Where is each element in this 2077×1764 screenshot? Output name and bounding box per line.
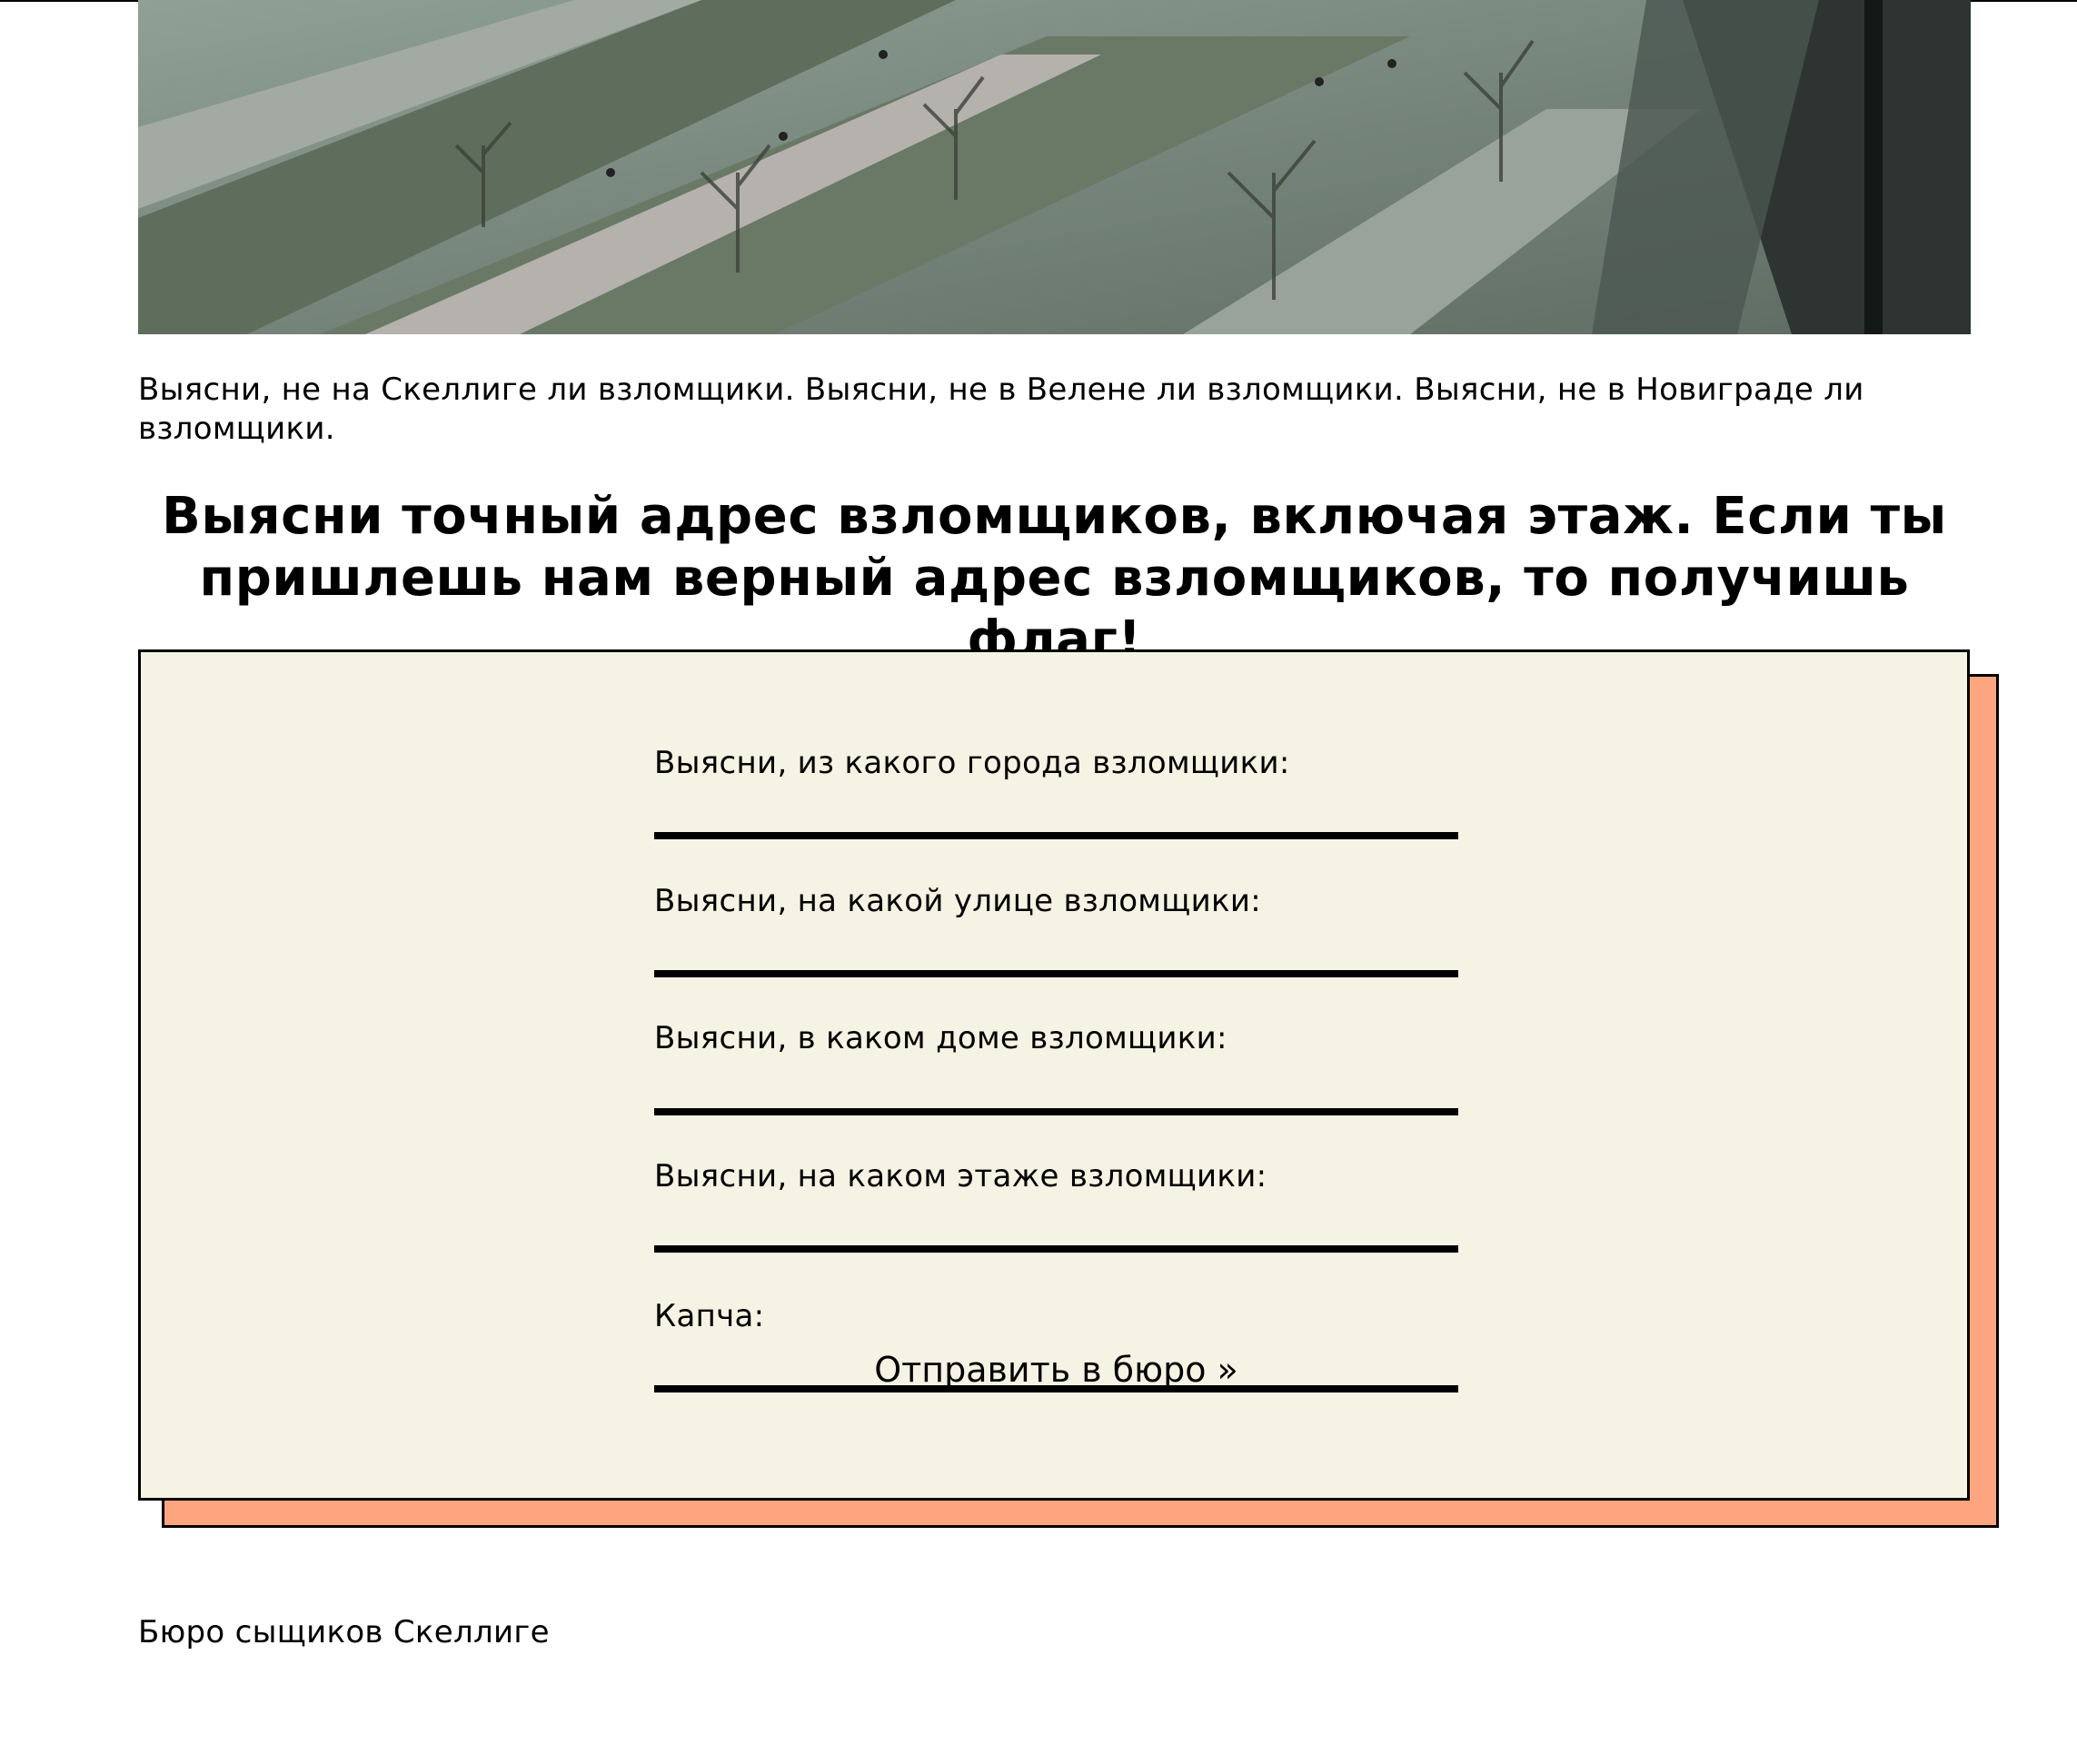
form-card: Выясни, из какого города взломщики: Выяс… [138,649,1970,1501]
submit-button[interactable]: Отправить в бюро » [654,1347,1458,1392]
floor-label: Выясни, на каком этаже взломщики: [654,1158,1267,1194]
hero-image [138,0,1971,334]
street-input[interactable] [654,928,1458,977]
intro-text: Выясни, не на Скеллиге ли взломщики. Выя… [138,372,1864,447]
street-label: Выясни, на какой улице взломщики: [654,883,1261,919]
city-street-photo [138,0,1971,334]
page-headline: Выясни точный адрес взломщиков, включая … [162,487,1947,669]
floor-input[interactable] [654,1204,1458,1253]
city-input[interactable] [654,790,1458,839]
house-label: Выясни, в каком доме взломщики: [654,1020,1227,1056]
captcha-label: Капча: [654,1298,765,1334]
city-label: Выясни, из какого города взломщики: [654,745,1290,781]
house-input[interactable] [654,1066,1458,1115]
footer-text: Бюро сыщиков Скеллиге [138,1614,550,1650]
